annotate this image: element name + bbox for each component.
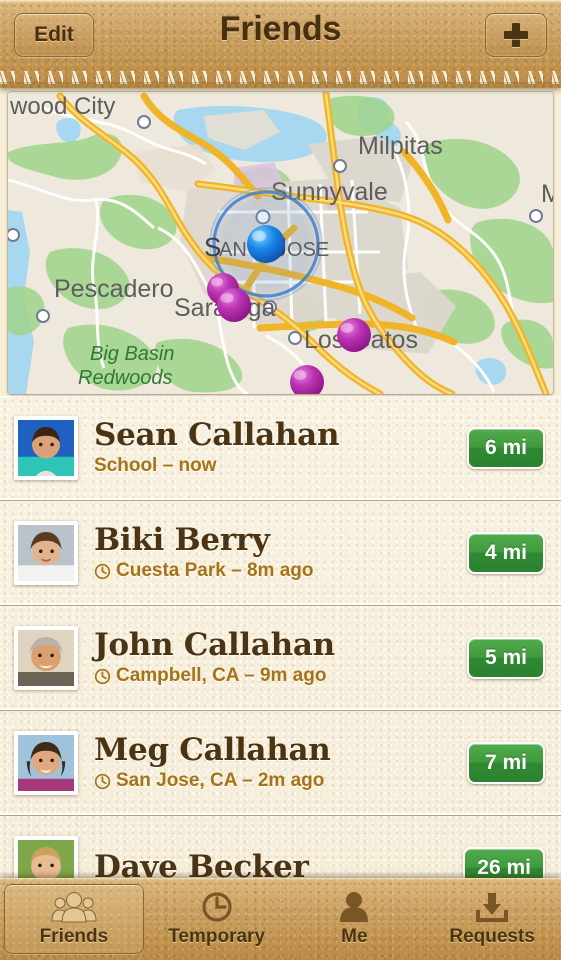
friend-subtitle: Cuesta Park – 8m ago [94,560,467,582]
page-title: Friends [219,10,342,48]
distance-badge[interactable]: 7 mi [467,742,545,784]
list-item[interactable]: John Callahan Campbell, CA – 9m ago 5 mi [0,606,561,711]
plus-icon [503,22,529,48]
svg-text:Redwoods: Redwoods [78,367,173,389]
friend-status-text: Cuesta Park – 8m ago [116,560,314,582]
distance-badge[interactable]: 6 mi [467,427,545,469]
avatar [14,521,78,585]
download-tray-icon [476,892,509,922]
friend-status-text: Campbell, CA – 9m ago [116,665,327,687]
tab-requests[interactable]: Requests [423,878,561,960]
list-item-text: Biki Berry Cuesta Park – 8m ago [94,521,467,582]
list-item-text: Sean Callahan School – now [94,416,467,477]
friends-list[interactable]: Sean Callahan School – now 6 mi Biki Ber… [0,396,561,960]
tab-me[interactable]: Me [286,878,424,960]
svg-text:OSE: OSE [287,239,329,261]
user-location-dot [247,225,285,263]
avatar [14,626,78,690]
friend-subtitle: San Jose, CA – 2m ago [94,770,467,792]
person-icon [340,891,369,922]
clock-icon [94,773,111,789]
distance-badge[interactable]: 5 mi [467,637,545,679]
friend-status-text: San Jose, CA – 2m ago [116,770,325,792]
list-item-text: Meg Callahan San Jose, CA – 2m ago [94,731,467,792]
tab-friends[interactable]: Friends [4,884,144,954]
svg-text:Milpitas: Milpitas [358,132,443,160]
svg-text:M: M [541,180,553,208]
friend-name: Meg Callahan [94,731,331,768]
navbar-bottom-shadow [0,82,561,88]
map-view[interactable]: wood City Milpitas Sunnyvale M Pescadero… [8,92,553,394]
friend-name: John Callahan [94,626,335,663]
people-icon [51,891,97,922]
tab-label: Temporary [168,925,266,947]
list-item[interactable]: Sean Callahan School – now 6 mi [0,396,561,501]
list-item[interactable]: Meg Callahan San Jose, CA – 2m ago 7 mi [0,711,561,816]
svg-text:AN: AN [219,239,247,261]
map-canvas: wood City Milpitas Sunnyvale M Pescadero… [8,92,553,394]
avatar [14,731,78,795]
navigation-bar: Edit Friends [0,0,561,88]
avatar [14,416,78,480]
clock-icon [94,563,111,579]
friend-status-text: School – now [94,455,217,477]
add-friend-button[interactable] [485,13,547,57]
app-root: Edit Friends wood City Milpitas Sunnyval… [0,0,561,960]
clock-icon [94,668,111,684]
svg-text:wood City: wood City [9,93,115,120]
friend-subtitle: Campbell, CA – 9m ago [94,665,467,687]
clock-icon [202,891,232,922]
list-item[interactable]: Biki Berry Cuesta Park – 8m ago 4 mi [0,501,561,606]
svg-text:Big Basin: Big Basin [90,343,175,365]
friend-subtitle: School – now [94,455,467,477]
distance-badge[interactable]: 4 mi [467,532,545,574]
tab-label: Requests [449,925,535,947]
tab-temporary[interactable]: Temporary [148,878,286,960]
tab-bar: Friends Temporary Me Requests [0,878,561,960]
tab-label: Friends [39,925,109,947]
tab-label: Me [341,925,368,947]
friend-name: Sean Callahan [94,416,340,453]
svg-text:Pescadero: Pescadero [54,275,174,303]
friend-name: Biki Berry [94,521,270,558]
list-item-text: John Callahan Campbell, CA – 9m ago [94,626,467,687]
